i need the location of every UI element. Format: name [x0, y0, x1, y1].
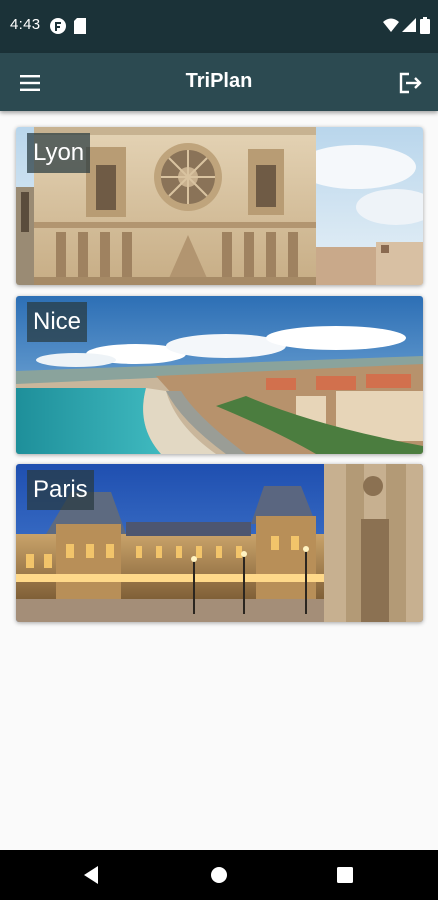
wifi-icon [383, 18, 399, 32]
city-label: Lyon [27, 133, 91, 173]
city-label: Paris [27, 470, 94, 510]
recents-icon [337, 867, 353, 883]
status-time: 4:43 [10, 16, 41, 33]
back-button[interactable] [78, 861, 106, 889]
city-card-nice[interactable]: Nice [16, 296, 423, 454]
city-label: Nice [27, 302, 88, 342]
signal-icon [402, 18, 416, 32]
logout-button[interactable] [392, 65, 428, 101]
battery-icon [420, 17, 430, 34]
home-button[interactable] [205, 861, 233, 889]
back-icon [84, 866, 98, 884]
recents-button[interactable] [331, 861, 359, 889]
navigation-bar [0, 850, 438, 900]
city-card-lyon[interactable]: Lyon [16, 127, 423, 285]
home-icon [211, 867, 227, 883]
city-card-paris[interactable]: Paris [16, 464, 423, 622]
sd-card-icon [74, 18, 86, 34]
notification-app-icon [50, 18, 66, 34]
logout-icon [399, 72, 422, 94]
app-title: TriPlan [185, 70, 253, 92]
status-bar: 4:43 [0, 0, 438, 53]
app-bar: TriPlan [0, 53, 438, 111]
